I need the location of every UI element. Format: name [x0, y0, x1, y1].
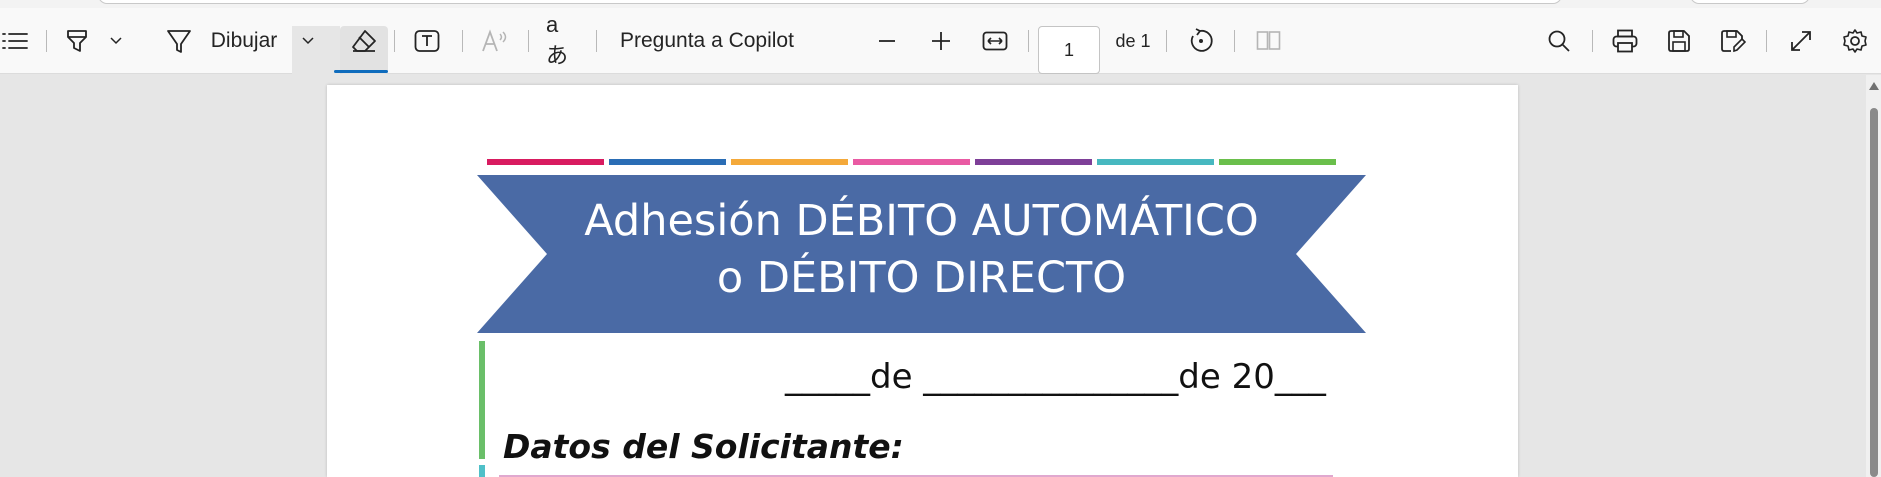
print-button[interactable]: [1610, 8, 1640, 74]
pdf-page: Adhesión DÉBITO AUTOMÁTICO o DÉBITO DIRE…: [327, 85, 1518, 477]
erase-button[interactable]: [346, 8, 382, 74]
read-aloud-icon: [481, 29, 509, 53]
fullscreen-icon: [1789, 29, 1813, 53]
toolbar-separator: [1234, 30, 1235, 52]
toolbar-separator: [1166, 30, 1167, 52]
toolbar-separator: [1592, 30, 1593, 52]
left-accent-bar-green: [479, 341, 485, 459]
rotate-icon: [1188, 28, 1214, 54]
translate-button[interactable]: aあ: [546, 8, 578, 74]
pen-icon: [166, 28, 192, 54]
save-icon: [1667, 29, 1691, 53]
color-stripes: [487, 159, 1336, 165]
browser-top-strip: [0, 0, 1881, 8]
toolbar-separator: [1028, 30, 1029, 52]
color-stripe: [975, 159, 1092, 165]
fit-width-icon: [982, 31, 1008, 51]
chevron-down-icon: [110, 37, 122, 45]
page-view-button[interactable]: [1254, 8, 1284, 74]
toolbar-separator: [462, 30, 463, 52]
browser-profile-pill[interactable]: [1690, 0, 1810, 4]
minus-icon: [878, 39, 896, 43]
date-line: _____de _______________de 20___: [785, 357, 1326, 397]
pdf-toolbar: Dibujar aあ Pregunta a Copilot 1 de 1: [0, 8, 1881, 74]
translate-icon: aあ: [546, 12, 569, 68]
search-button[interactable]: [1544, 8, 1574, 74]
page-view-icon: [1256, 30, 1282, 52]
active-tool-indicator: [334, 70, 388, 73]
print-icon: [1612, 29, 1638, 53]
highlight-dropdown-button[interactable]: [106, 8, 126, 74]
scroll-up-arrow[interactable]: [1869, 82, 1879, 90]
plus-icon: [931, 31, 951, 51]
toolbar-separator: [596, 30, 597, 52]
left-accent-bar-teal: [479, 465, 485, 477]
color-stripe: [609, 159, 726, 165]
settings-button[interactable]: [1840, 8, 1870, 74]
address-bar[interactable]: [98, 0, 1562, 4]
banner-title-line1: Adhesión DÉBITO AUTOMÁTICO: [584, 196, 1259, 246]
scrollbar-thumb[interactable]: [1870, 108, 1878, 477]
section-title-solicitante: Datos del Solicitante:: [503, 427, 904, 466]
zoom-in-button[interactable]: [928, 8, 954, 74]
color-stripe: [487, 159, 604, 165]
toolbar-separator: [1766, 30, 1767, 52]
zoom-out-button[interactable]: [874, 8, 900, 74]
text-button[interactable]: [412, 8, 442, 74]
search-icon: [1547, 29, 1571, 53]
highlight-button[interactable]: [62, 8, 92, 74]
banner-title: Adhesión DÉBITO AUTOMÁTICO o DÉBITO DIRE…: [477, 193, 1366, 307]
read-aloud-button[interactable]: [480, 8, 510, 74]
toolbar-separator: [46, 30, 47, 52]
gear-icon: [1842, 28, 1868, 54]
eraser-icon: [351, 29, 377, 53]
save-as-icon: [1720, 29, 1746, 53]
chevron-down-icon: [302, 37, 314, 45]
page-total-label: de 1: [1115, 30, 1151, 51]
text-box-icon: [414, 29, 440, 53]
rotate-button[interactable]: [1186, 8, 1216, 74]
contents-button[interactable]: [0, 8, 30, 74]
fullscreen-button[interactable]: [1786, 8, 1816, 74]
draw-label[interactable]: Dibujar: [208, 8, 280, 74]
color-stripe: [731, 159, 848, 165]
highlighter-icon: [65, 28, 89, 54]
page-number-input[interactable]: 1: [1038, 26, 1100, 74]
toolbar-separator: [528, 30, 529, 52]
draw-dropdown-button[interactable]: [298, 8, 318, 74]
banner-title-line2: o DÉBITO DIRECTO: [716, 253, 1127, 303]
toolbar-separator: [394, 30, 395, 52]
fit-width-button[interactable]: [980, 8, 1010, 74]
ask-copilot-button[interactable]: Pregunta a Copilot: [620, 8, 800, 74]
draw-button[interactable]: [164, 8, 194, 74]
save-button[interactable]: [1664, 8, 1694, 74]
list-icon: [2, 32, 28, 50]
save-as-button[interactable]: [1718, 8, 1748, 74]
color-stripe: [853, 159, 970, 165]
color-stripe: [1219, 159, 1336, 165]
color-stripe: [1097, 159, 1214, 165]
